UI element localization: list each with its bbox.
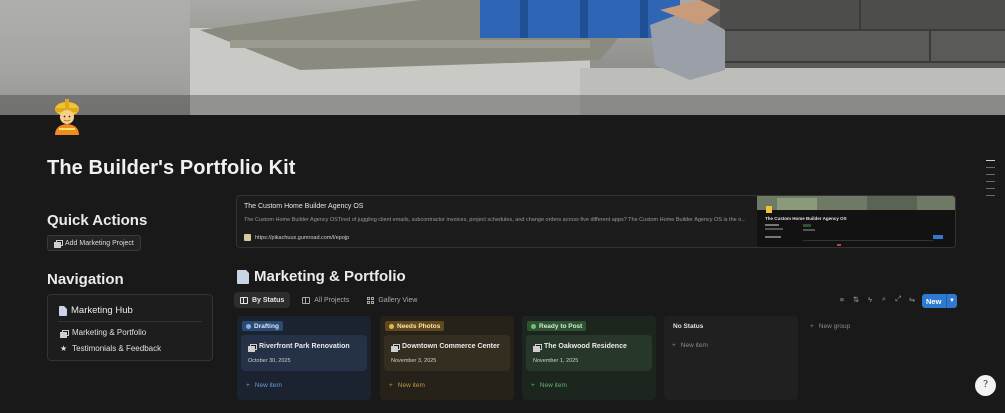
- status-dot-icon: [389, 323, 394, 329]
- card-title-text: The Oakwood Residence: [544, 343, 627, 350]
- expand-icon[interactable]: ⤢: [894, 294, 902, 304]
- board-card[interactable]: Downtown Commerce Center November 3, 202…: [384, 335, 510, 371]
- nav-link-label: Marketing & Portfolio: [72, 328, 147, 337]
- gallery-icon: [367, 296, 375, 304]
- plus-icon: +: [246, 382, 250, 389]
- status-label: Drafting: [254, 322, 279, 330]
- tab-by-status[interactable]: By Status: [234, 292, 291, 308]
- web-bookmark[interactable]: The Custom Home Builder Agency OS The Cu…: [236, 195, 956, 248]
- nav-link-marketing-portfolio[interactable]: Marketing & Portfolio: [60, 328, 147, 338]
- automation-icon[interactable]: ϟ: [866, 295, 874, 304]
- stack-icon: [54, 240, 63, 248]
- marketing-hub-link[interactable]: Marketing Hub: [59, 305, 133, 316]
- bookmark-description: The Custom Home Builder Agency OSTired o…: [244, 217, 746, 223]
- add-marketing-project-label: Add Marketing Project: [65, 239, 134, 247]
- table-icon: [302, 296, 311, 304]
- page-icon: [237, 269, 249, 284]
- new-group-button[interactable]: + New group: [810, 323, 850, 330]
- stack-icon: [60, 329, 69, 338]
- new-item-button[interactable]: + New item: [672, 342, 708, 349]
- construction-worker-icon: [55, 99, 79, 135]
- page-icon: [59, 305, 67, 316]
- stack-icon: [391, 343, 400, 352]
- card-title: The Oakwood Residence: [533, 343, 627, 352]
- card-title-text: Riverfront Park Renovation: [259, 343, 350, 350]
- board-card[interactable]: The Oakwood Residence November 1, 2025: [526, 335, 652, 371]
- navigation-heading: Navigation: [47, 271, 124, 288]
- quick-actions-heading: Quick Actions: [47, 212, 148, 229]
- new-item-label: New item: [397, 382, 425, 389]
- database-toolbar: ≡ ⇅ ϟ ⌕ ⤢ ⇋: [838, 294, 916, 304]
- thumbnail-title: The Custom Home Builder Agency OS: [765, 216, 847, 221]
- nav-link-testimonials[interactable]: ★ Testimonials & Feedback: [60, 344, 161, 353]
- bookmark-url[interactable]: https://pikachuux.gumroad.com/l/epojp: [244, 234, 349, 241]
- help-button[interactable]: ?: [975, 375, 996, 396]
- plus-icon: +: [810, 323, 814, 330]
- view-tabs: By Status All Projects Gallery View: [234, 292, 423, 308]
- card-date: November 3, 2025: [391, 358, 437, 364]
- board-column-needs-photos: Needs Photos Downtown Commerce Center No…: [380, 316, 514, 400]
- card-date: October 30, 2025: [248, 358, 291, 364]
- tab-label: All Projects: [314, 296, 350, 304]
- add-marketing-project-button[interactable]: Add Marketing Project: [47, 235, 141, 251]
- database-title-text: Marketing & Portfolio: [254, 268, 406, 285]
- bookmark-url-text: https://pikachuux.gumroad.com/l/epojp: [255, 234, 350, 241]
- status-badge[interactable]: Ready to Post: [527, 321, 587, 331]
- board-column-ready-to-post: Ready to Post The Oakwood Residence Nove…: [522, 316, 656, 400]
- marketing-hub-label: Marketing Hub: [71, 305, 133, 316]
- board-column-no-status: No Status + New item: [664, 316, 798, 400]
- settings-icon[interactable]: ⇋: [908, 295, 916, 304]
- stack-icon: [533, 343, 542, 352]
- search-icon[interactable]: ⌕: [880, 294, 888, 304]
- plus-icon: +: [389, 382, 393, 389]
- status-dot-icon: [246, 323, 251, 329]
- new-item-button[interactable]: + New item: [246, 382, 282, 389]
- plus-icon: +: [531, 382, 535, 389]
- stack-icon: [248, 343, 257, 352]
- nav-link-label: Testimonials & Feedback: [72, 344, 162, 353]
- card-title: Downtown Commerce Center: [391, 343, 500, 352]
- status-dot-icon: [531, 323, 536, 329]
- filter-icon[interactable]: ≡: [838, 295, 846, 304]
- sort-icon[interactable]: ⇅: [852, 295, 860, 304]
- board-card[interactable]: Riverfront Park Renovation October 30, 2…: [241, 335, 367, 371]
- status-badge[interactable]: Drafting: [242, 321, 283, 331]
- new-item-label: New item: [254, 382, 282, 389]
- page-outline[interactable]: [986, 160, 995, 202]
- new-item-button[interactable]: + New item: [389, 382, 425, 389]
- star-icon: ★: [60, 344, 68, 353]
- new-group-label: New group: [818, 323, 851, 330]
- tab-label: By Status: [252, 296, 285, 304]
- bookmark-thumbnail: The Custom Home Builder Agency OS: [757, 196, 955, 247]
- tab-label: Gallery View: [378, 296, 418, 304]
- status-label: Ready to Post: [539, 322, 583, 330]
- card-title-text: Downtown Commerce Center: [402, 343, 500, 350]
- status-label-plain[interactable]: No Status: [669, 321, 707, 331]
- tab-gallery-view[interactable]: Gallery View: [361, 292, 423, 308]
- favicon-icon: [244, 234, 251, 241]
- board-icon: [240, 296, 248, 304]
- navigation-box: Marketing Hub Marketing & Portfolio ★ Te…: [47, 294, 213, 361]
- new-item-button[interactable]: + New item: [531, 382, 567, 389]
- status-label: Needs Photos: [397, 322, 441, 330]
- status-badge[interactable]: Needs Photos: [385, 321, 445, 331]
- board-column-drafting: Drafting Riverfront Park Renovation Octo…: [237, 316, 371, 400]
- new-record-button[interactable]: New ▼: [922, 294, 957, 308]
- bookmark-title: The Custom Home Builder Agency OS: [244, 203, 364, 210]
- new-item-label: New item: [680, 342, 708, 349]
- card-title: Riverfront Park Renovation: [248, 343, 350, 352]
- cover-image: [0, 0, 1005, 115]
- chevron-down-icon[interactable]: ▼: [946, 294, 957, 308]
- page-title: The Builder's Portfolio Kit: [47, 157, 296, 179]
- database-title[interactable]: Marketing & Portfolio: [237, 268, 406, 285]
- new-button-label: New: [926, 296, 942, 306]
- plus-icon: +: [672, 342, 676, 349]
- new-item-label: New item: [539, 382, 567, 389]
- tab-all-projects[interactable]: All Projects: [296, 292, 355, 308]
- card-date: November 1, 2025: [533, 358, 579, 364]
- divider: [58, 321, 202, 322]
